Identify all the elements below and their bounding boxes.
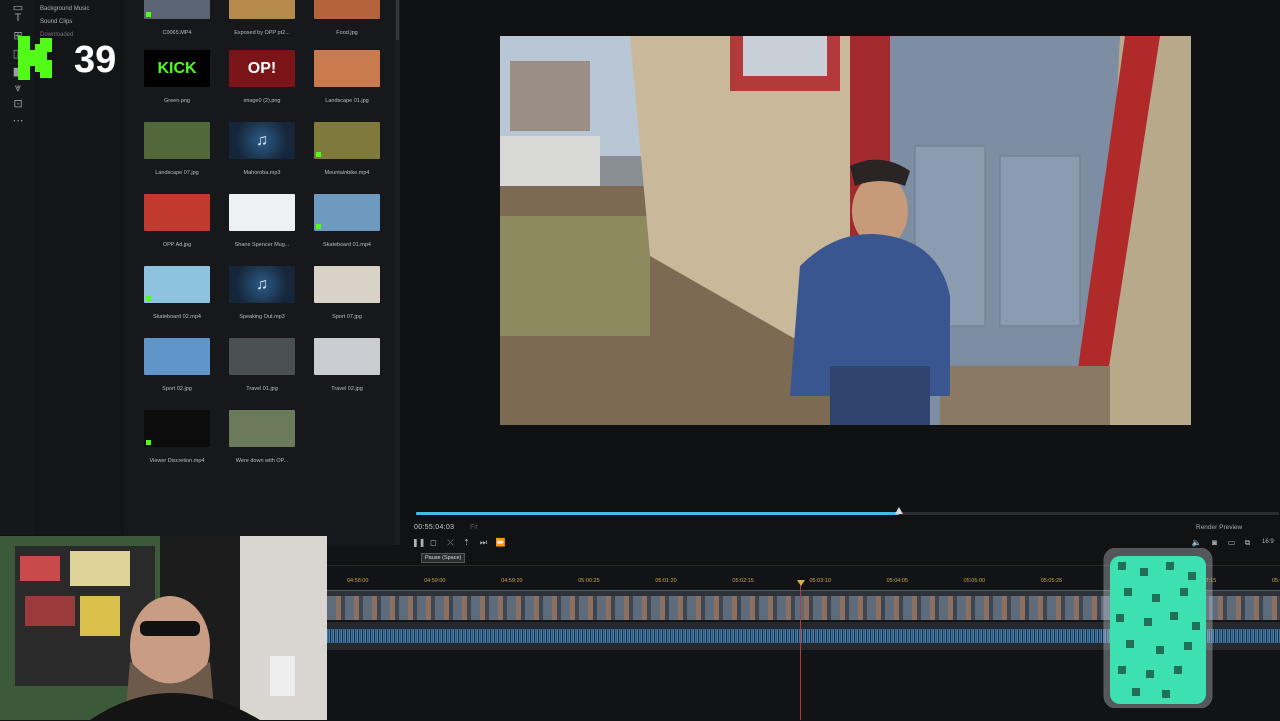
ruler-tick-label: 05:08:10 [1272,578,1280,584]
media-thumbnail[interactable]: OP! [229,50,295,87]
timecode-display: 00:55:04:03 [414,524,455,531]
media-caption: Sport 02.jpg [162,386,192,392]
media-thumbnail[interactable] [314,338,380,375]
import-tool-icon[interactable]: ⊡ [10,96,26,112]
video-marker-icon [146,440,151,445]
ruler-tick-label: 05:02:15 [732,578,754,584]
media-thumbnail[interactable] [144,122,210,159]
ruler-tick-label: 05:01:20 [655,578,677,584]
media-thumbnail[interactable] [229,410,295,447]
video-marker-icon [316,152,321,157]
preview-scrubber[interactable] [416,512,899,515]
media-caption: Skateboard 02.mp4 [152,314,201,320]
media-caption: image0 (2).png [243,98,281,104]
media-caption: Mountainbike.mp4 [324,170,370,176]
ruler-tick-label: 04:59:20 [501,578,523,584]
media-thumbnail[interactable] [229,0,295,19]
ruler-tick-label: 05:05:25 [1040,578,1063,584]
tree-item-sound-clips[interactable]: Sound Clips [40,19,72,25]
media-caption: Were down with OP... [235,458,289,464]
tooltip: Pause (Space) [421,553,466,563]
kick-badge: 39 [14,30,132,88]
scrubber-handle[interactable] [895,507,903,514]
media-caption: Shane Spencer Mug... [234,242,290,248]
thumbnail-label: KICK [157,60,197,77]
volume-icon[interactable]: 🔈 [1191,537,1202,548]
badge-number: 39 [74,39,116,81]
next-frame-icon[interactable]: ⏭ [478,537,489,548]
text-tool-icon[interactable]: T [10,10,26,26]
ruler-tick-label: 05:03:10 [809,578,831,584]
media-thumbnail[interactable] [314,266,380,303]
snapshot-icon[interactable]: ◙ [1209,537,1220,548]
media-thumbnail[interactable] [314,50,380,87]
media-caption: Skateboard 01.mp4 [322,242,371,248]
media-caption: Exposed by OPP pt2... [234,30,290,36]
media-library: C0065.MP4 Exposed by OPP pt2... Food.jpg KI… [124,0,400,545]
ruler-tick-label: 04:58:00 [347,578,369,584]
video-marker-icon [146,296,151,301]
media-thumbnail[interactable]: ♫ [229,266,295,303]
webcam-overlay [0,536,327,720]
media-thumbnail[interactable] [229,338,295,375]
tree-item-background-music[interactable]: Background Music [40,6,89,12]
kick-jar-overlay [1100,547,1216,709]
media-thumbnail[interactable] [144,266,210,303]
media-caption: Travel 01.jpg [246,386,278,392]
display-icon[interactable]: ▭ [1226,537,1237,548]
media-thumbnail[interactable] [229,194,295,231]
media-thumbnail[interactable]: ♫ [229,122,295,159]
timeline-playhead[interactable] [800,580,801,720]
scrollbar-grip[interactable] [396,0,399,40]
ruler-tick-label: 05:05:00 [963,578,986,584]
media-caption: OPP Ad.jpg [162,242,192,248]
render-preview-button[interactable]: Render Preview [1196,524,1242,531]
media-thumbnail[interactable] [144,410,210,447]
media-thumbnail[interactable] [314,122,380,159]
fast-forward-icon[interactable]: ⏩ [495,537,506,548]
media-caption: Travel 02.jpg [331,386,363,392]
pause-button[interactable]: ❚❚ [412,537,425,548]
media-thumbnail[interactable] [144,194,210,231]
prev-frame-icon[interactable]: ⤫ [445,537,456,548]
ruler-tick-label: 05:04:05 [886,578,908,584]
media-thumbnail[interactable] [144,338,210,375]
mark-icon[interactable]: ⇡ [461,537,472,548]
media-thumbnail[interactable] [314,194,380,231]
music-note-icon: ♫ [256,132,268,149]
media-thumbnail[interactable]: KICK [144,50,210,87]
stop-button[interactable]: ◻ [428,537,439,548]
preview-scrubber-remaining[interactable] [899,512,1279,515]
ruler-tick-label: 05:00:25 [578,578,600,584]
media-caption: Sport 07.jpg [332,314,362,320]
media-caption: Landscape 07.jpg [155,170,199,176]
more-tools-icon[interactable]: ⋯ [10,113,26,129]
media-thumbnail[interactable] [144,0,210,19]
media-caption: C0065.MP4 [162,30,192,36]
fit-dropdown[interactable]: Fit [470,524,478,531]
media-caption: Green.png [164,98,190,104]
thumbnail-label: OP! [247,60,277,77]
media-caption: Landscape 01.jpg [325,98,369,104]
ruler-tick-label: 04:59:00 [424,578,446,584]
aspect-ratio-icon[interactable]: 16:9 [1262,537,1274,548]
media-caption: Viewer Discretion.mp4 [149,458,205,464]
preview-video-frame [500,36,1191,425]
playhead-marker[interactable] [797,580,805,586]
popout-icon[interactable]: ⧉ [1242,537,1253,548]
video-marker-icon [316,224,321,229]
media-caption: Speaking Out.mp3 [239,314,285,320]
media-caption: Food.jpg [336,30,358,36]
media-caption: Mahoroba.mp3 [243,170,281,176]
music-note-icon: ♫ [256,276,268,293]
media-thumbnail[interactable] [314,0,380,19]
video-marker-icon [146,12,151,17]
